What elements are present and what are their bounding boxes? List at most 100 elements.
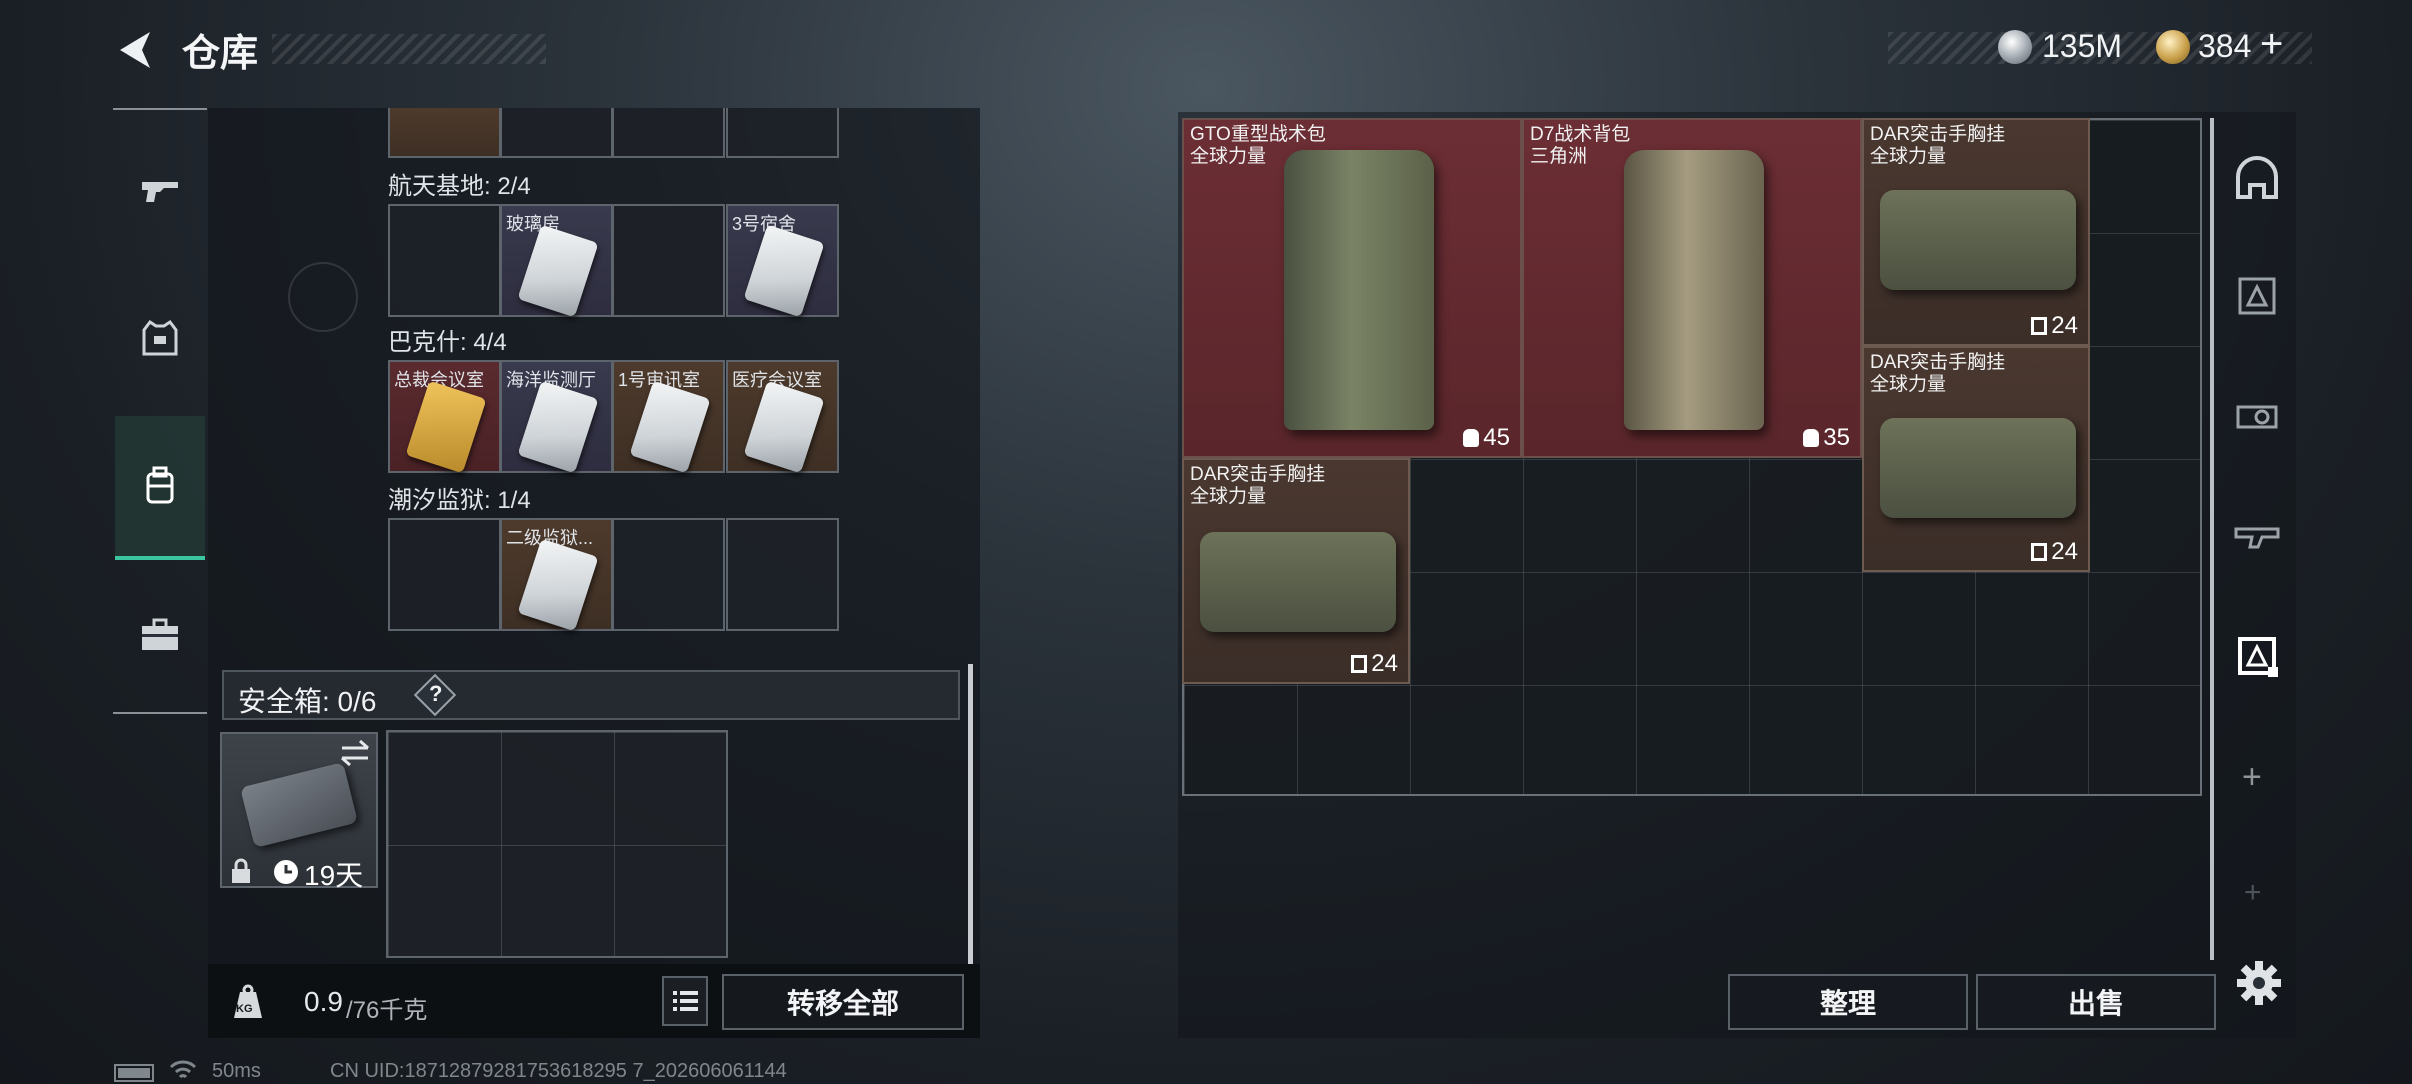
section-label: 巴克什: 4/4 [388,329,507,356]
item-name: DAR突击手胸挂 [1870,124,2006,145]
stash-icon [2236,156,2278,199]
key-card[interactable]: 3号宿舍 [726,204,839,318]
inventory-item[interactable]: DAR突击手胸挂 全球力量 24 [1862,346,2090,572]
backpack-filter-icon [2238,277,2276,315]
weight-max: /76千克 [346,997,428,1024]
wifi-icon [169,1060,197,1079]
item-capacity: 24 [1371,650,1398,677]
rig-capacity-icon [2031,543,2048,561]
chest-rig-image [1880,190,2076,290]
weight-icon [228,982,268,1022]
filter-keys[interactable] [2220,606,2294,706]
inventory-item[interactable]: GTO重型战术包 全球力量 45 [1182,118,1522,458]
toolbox-icon [142,618,178,650]
key-card[interactable]: 医疗会议室 [726,360,839,474]
keycard-image [517,380,599,474]
currency-silver-amount: 135M [2042,28,2123,64]
safe-box-grid[interactable] [386,730,728,958]
panel-scrollbar[interactable] [968,664,973,964]
key-card[interactable]: 玻璃房 [500,204,613,318]
nav-armor[interactable] [115,268,205,408]
card-slot[interactable] [388,204,501,317]
card-slot[interactable] [388,518,501,631]
item-capacity: 45 [1483,424,1510,451]
key-card[interactable]: 1号审讯室 [612,360,725,474]
item-capacity: 24 [2051,538,2078,565]
safe-case-image [240,762,358,848]
add-tab-button[interactable]: + [2242,758,2262,797]
swap-icon[interactable] [338,738,372,768]
list-view-button[interactable] [662,976,708,1026]
section-label: 航天基地: 2/4 [388,173,531,200]
backpack-image [1284,150,1434,430]
settings-button[interactable] [2234,958,2284,1008]
keycard-image [517,538,599,632]
gun-icon [142,182,178,202]
clock-icon [274,860,298,884]
nav-weapons[interactable] [115,120,205,260]
card-slot[interactable] [726,108,839,158]
sell-button[interactable]: 出售 [1976,974,2216,1030]
key-card[interactable]: 二级监狱... [500,518,613,632]
section-label: 潮汐监狱: 1/4 [388,487,531,514]
backpack-image [1624,150,1764,430]
card-slot[interactable] [612,108,725,158]
card-slot[interactable] [612,204,725,317]
lock-icon [232,858,250,883]
ping-text: 50ms [212,1060,261,1082]
rig-capacity-icon [2031,317,2048,335]
card-slot[interactable] [612,518,725,631]
safe-box-label: 安全箱: 0/6 [238,686,377,717]
chest-rig-image [1880,418,2076,518]
capacity-icon [1803,429,1820,447]
gear-icon [2237,961,2281,1005]
chest-rig-image [1200,532,1396,632]
keycard-image [629,380,711,474]
rifle-icon [2234,527,2280,549]
card-slot[interactable] [500,108,613,158]
item-name: D7战术背包 [1530,124,1631,145]
sort-button[interactable]: 整理 [1728,974,1968,1030]
inventory-item[interactable]: DAR突击手胸挂 全球力量 24 [1862,118,2090,346]
filter-weapons[interactable] [2220,486,2294,586]
filter-backpacks[interactable] [2220,246,2294,346]
nav-backpack[interactable] [115,416,205,560]
backpack-icon [146,466,174,504]
item-name: DAR突击手胸挂 [1870,352,2006,373]
page-title: 仓库 [182,33,259,75]
rig-capacity-icon [1351,655,1368,673]
safe-box-days: 19天 [304,860,364,891]
item-capacity: 35 [1823,424,1850,451]
keycard-image [743,380,825,474]
crosshair-decoration [288,262,358,332]
item-name: GTO重型战术包 [1190,124,1326,145]
keycard-image [405,380,487,474]
keycard-image [743,224,825,318]
nav-toolbox[interactable] [115,564,205,704]
item-faction: 全球力量 [1870,146,1947,167]
item-faction: 全球力量 [1190,486,1267,507]
card-slot[interactable] [388,108,501,158]
safe-box-header: 安全箱: 0/6 ? [222,670,960,720]
keycard-filter-icon [2238,637,2278,677]
weight-icon-label: KG [236,1003,253,1015]
battery-icon [114,1064,154,1082]
item-name: DAR突击手胸挂 [1190,464,1326,485]
right-nav-divider [2210,118,2214,960]
inventory-item[interactable]: D7战术背包 三角洲 35 [1522,118,1862,458]
transfer-all-button[interactable]: 转移全部 [722,974,964,1030]
filter-attachments[interactable] [2220,366,2294,466]
item-faction: 全球力量 [1870,374,1947,395]
filter-all[interactable] [2220,128,2294,228]
add-tab-button[interactable]: + [2244,876,2262,910]
card-slot[interactable] [726,518,839,631]
inventory-item[interactable]: DAR突击手胸挂 全球力量 24 [1182,458,1410,684]
add-currency-button[interactable]: + [2260,22,2283,67]
safe-box-item[interactable]: 19天 [220,732,378,891]
key-card[interactable]: 海洋监测厅 [500,360,613,474]
weight-value: 0.9 [304,986,343,1017]
help-icon: ? [429,681,443,706]
back-button[interactable] [112,26,160,74]
key-card[interactable]: 总裁会议室 [388,360,501,474]
title-decoration [272,34,546,64]
